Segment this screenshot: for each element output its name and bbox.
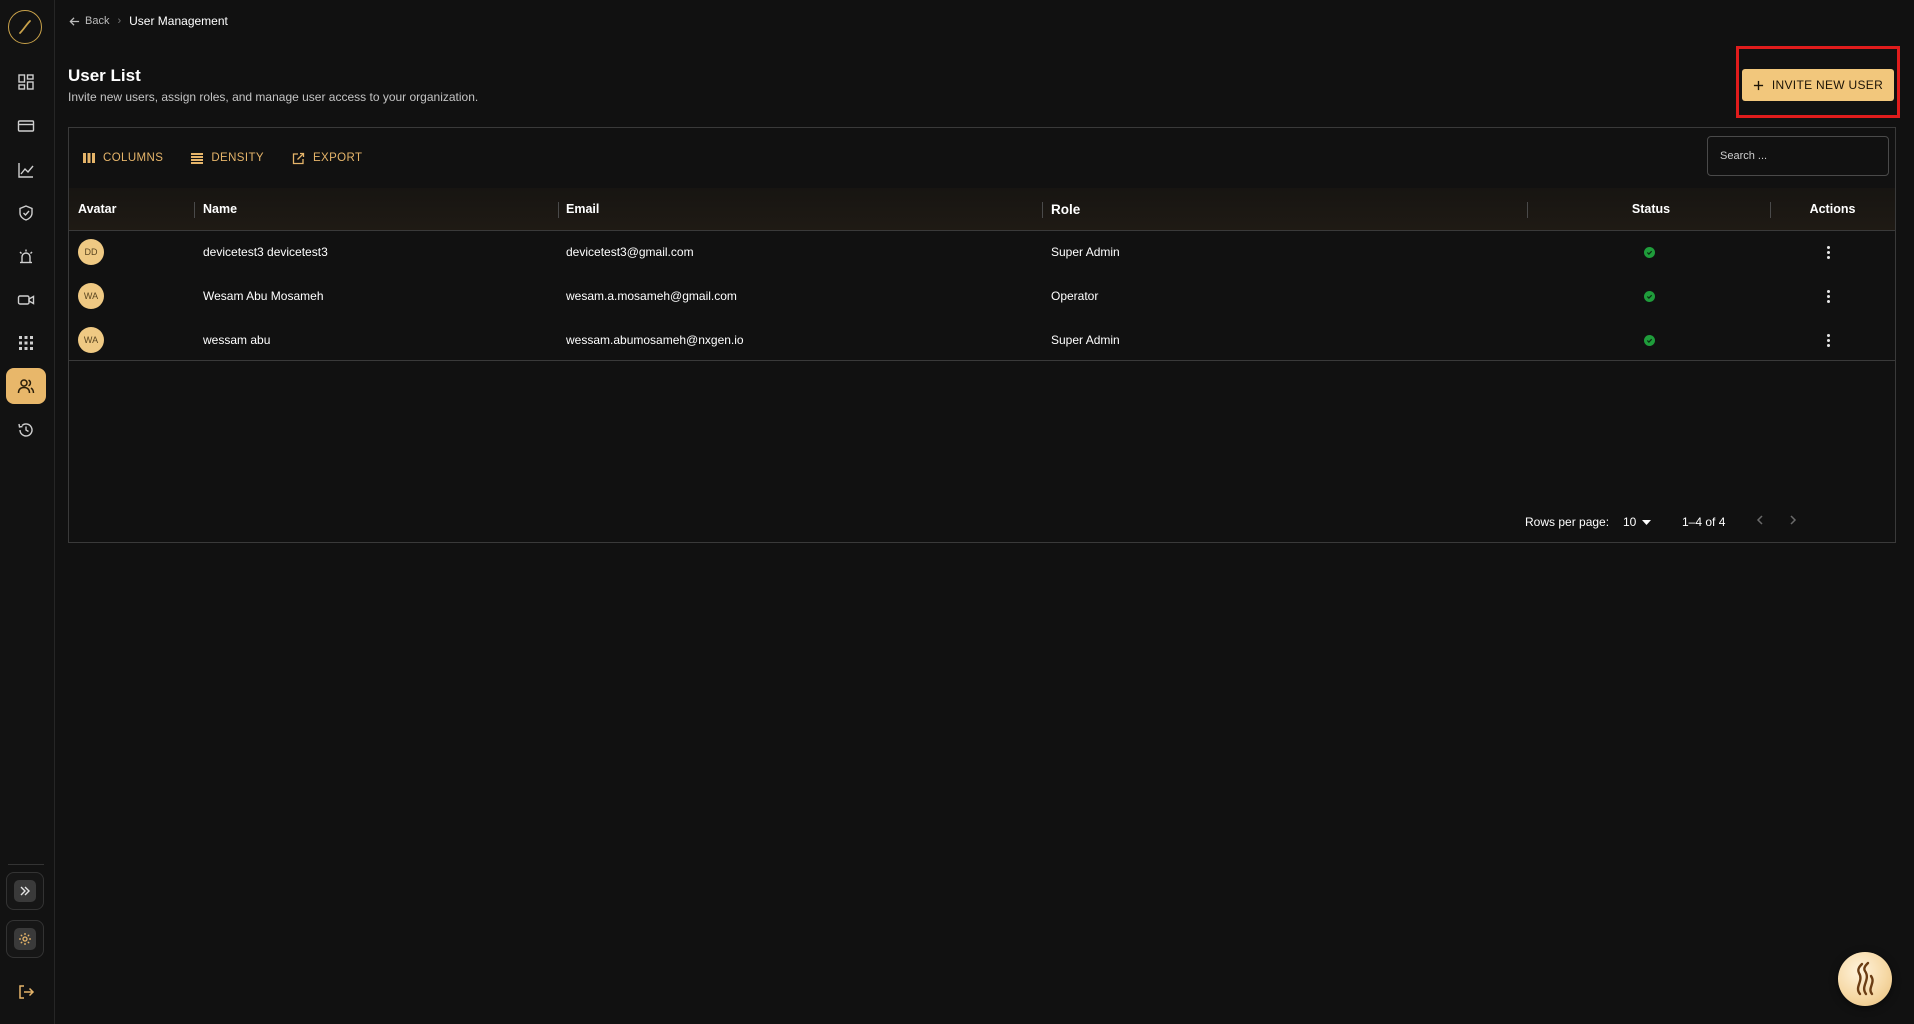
gear-icon	[19, 933, 31, 945]
column-separator[interactable]	[558, 202, 559, 218]
export-icon	[292, 152, 305, 164]
invite-button-label: INVITE NEW USER	[1771, 78, 1884, 92]
sidebar-divider	[8, 864, 44, 865]
avatar: DD	[78, 239, 104, 265]
pagination-range: 1–4 of 4	[1682, 515, 1726, 529]
cell-role: Operator	[1051, 289, 1099, 303]
analytics-icon	[18, 163, 34, 178]
header-status[interactable]: Status	[1533, 188, 1769, 230]
sidebar-item-grid[interactable]	[6, 325, 46, 361]
grid-icon	[19, 336, 33, 350]
cell-email: devicetest3@gmail.com	[566, 245, 694, 259]
cell-role: Super Admin	[1051, 245, 1120, 259]
sidebar	[0, 0, 55, 1024]
column-separator[interactable]	[1042, 202, 1043, 218]
sidebar-item-cameras[interactable]	[6, 282, 46, 318]
dashboard-icon	[18, 74, 34, 90]
density-label: DENSITY	[211, 152, 264, 164]
table-body: DD devicetest3 devicetest3 devicetest3@g…	[69, 230, 1895, 362]
table-toolbar: COLUMNS DENSITY EXPORT	[83, 148, 362, 168]
column-separator[interactable]	[1527, 202, 1528, 218]
sidebar-item-analytics[interactable]	[6, 152, 46, 188]
breadcrumb: Back › User Management	[69, 13, 228, 29]
columns-button[interactable]: COLUMNS	[83, 148, 163, 168]
back-link[interactable]: Back	[69, 15, 109, 27]
status-check-icon	[1644, 290, 1655, 302]
plus-icon	[1753, 80, 1763, 90]
table-row[interactable]: WA wessam abu wessam.abumosameh@nxgen.io…	[69, 318, 1895, 362]
shield-icon	[19, 205, 33, 221]
row-actions-button[interactable]	[1823, 242, 1834, 263]
columns-label: COLUMNS	[103, 152, 164, 164]
cell-email: wessam.abumosameh@nxgen.io	[566, 333, 744, 347]
previous-page-button[interactable]	[1753, 513, 1767, 530]
pagination: Rows per page: 10 1–4 of 4	[69, 512, 1895, 532]
sidebar-item-security[interactable]	[6, 195, 46, 231]
avatar: WA	[78, 283, 104, 309]
page-title: User List	[68, 66, 141, 85]
status-check-icon	[1644, 334, 1655, 346]
cell-email: wesam.a.mosameh@gmail.com	[566, 289, 737, 303]
card-icon	[17, 120, 35, 132]
column-separator[interactable]	[194, 202, 195, 218]
settings-button[interactable]	[6, 920, 44, 958]
logout-button[interactable]	[6, 974, 46, 1010]
row-actions-button[interactable]	[1823, 286, 1834, 307]
breadcrumb-current: User Management	[129, 14, 228, 28]
header-avatar[interactable]: Avatar	[78, 188, 116, 230]
table-row[interactable]: WA Wesam Abu Mosameh wesam.a.mosameh@gma…	[69, 274, 1895, 318]
density-icon	[191, 152, 204, 164]
density-button[interactable]: DENSITY	[191, 148, 264, 168]
users-icon	[17, 379, 35, 394]
search-input[interactable]	[1708, 137, 1888, 175]
column-separator[interactable]	[1770, 202, 1771, 218]
cell-name: wessam abu	[203, 333, 271, 347]
sidebar-item-users[interactable]	[6, 368, 46, 404]
search-box	[1707, 136, 1889, 176]
avatar: WA	[78, 327, 104, 353]
logo-icon	[19, 20, 31, 34]
expand-sidebar-button[interactable]	[6, 872, 44, 910]
table-header: Avatar Name Email Role Status Actions	[69, 188, 1895, 231]
camera-icon	[17, 295, 35, 305]
assistant-fab-button[interactable]	[1838, 952, 1892, 1006]
double-chevron-right-icon	[20, 886, 30, 896]
sidebar-item-billing[interactable]	[6, 108, 46, 144]
header-actions[interactable]: Actions	[1775, 188, 1890, 230]
header-email[interactable]: Email	[566, 188, 599, 230]
flame-logo-icon	[1856, 961, 1874, 996]
rows-per-page-value: 10	[1623, 515, 1637, 529]
rows-per-page-label: Rows per page:	[1525, 515, 1610, 529]
next-page-button[interactable]	[1786, 513, 1800, 530]
sidebar-item-history[interactable]	[6, 412, 46, 448]
header-name[interactable]: Name	[203, 188, 237, 230]
invite-new-user-button[interactable]: INVITE NEW USER	[1742, 69, 1894, 101]
export-button[interactable]: EXPORT	[292, 148, 362, 168]
alarm-icon	[19, 249, 33, 264]
header-role[interactable]: Role	[1051, 188, 1080, 230]
sidebar-item-dashboard[interactable]	[6, 64, 46, 100]
sidebar-item-alarms[interactable]	[6, 239, 46, 275]
app-logo[interactable]	[8, 10, 42, 44]
chevron-right-icon	[1790, 515, 1797, 525]
logout-icon	[19, 985, 35, 999]
columns-icon	[83, 153, 95, 163]
cell-role: Super Admin	[1051, 333, 1120, 347]
table-row[interactable]: DD devicetest3 devicetest3 devicetest3@g…	[69, 230, 1895, 274]
arrow-left-icon	[69, 16, 80, 26]
back-label: Back	[85, 15, 110, 27]
caret-down-icon	[1642, 519, 1652, 525]
user-table: COLUMNS DENSITY EXPORT Avatar Name Email…	[68, 127, 1896, 543]
rows-per-page-select[interactable]: 10	[1623, 515, 1652, 529]
row-actions-button[interactable]	[1823, 330, 1834, 351]
cell-name: devicetest3 devicetest3	[203, 245, 328, 259]
chevron-left-icon	[1756, 515, 1763, 525]
breadcrumb-separator-icon: ›	[117, 15, 122, 27]
export-label: EXPORT	[312, 152, 363, 164]
status-check-icon	[1644, 246, 1655, 258]
cell-name: Wesam Abu Mosameh	[203, 289, 324, 303]
history-icon	[18, 423, 33, 437]
page-subtitle: Invite new users, assign roles, and mana…	[68, 90, 479, 104]
table-body-divider	[69, 360, 1895, 361]
